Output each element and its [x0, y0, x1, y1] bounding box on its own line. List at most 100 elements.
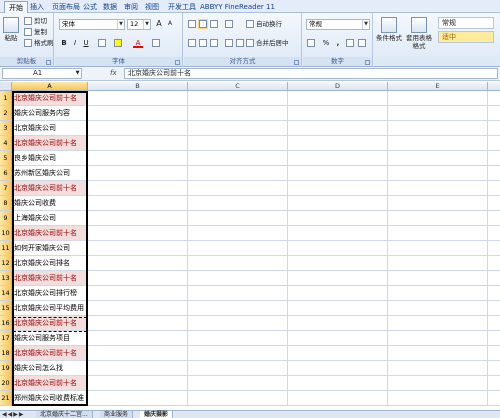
row-header[interactable]: 1: [0, 91, 12, 106]
tab-3[interactable]: 公式: [79, 1, 101, 13]
cell-c9[interactable]: [188, 211, 288, 226]
cell-f15[interactable]: [488, 301, 500, 316]
cell-b17[interactable]: [88, 331, 188, 346]
cell-d20[interactable]: [288, 376, 388, 391]
copy-button[interactable]: 复制: [24, 27, 47, 37]
cell-e14[interactable]: [388, 286, 488, 301]
cell-d9[interactable]: [288, 211, 388, 226]
cell-d5[interactable]: [288, 151, 388, 166]
cell-a11[interactable]: 如何开家婚庆公司: [12, 241, 88, 256]
cell-b3[interactable]: [88, 121, 188, 136]
cell-f18[interactable]: [488, 346, 500, 361]
accounting-button[interactable]: [306, 38, 316, 48]
cell-e17[interactable]: [388, 331, 488, 346]
cell-e7[interactable]: [388, 181, 488, 196]
cell-c17[interactable]: [188, 331, 288, 346]
cell-c20[interactable]: [188, 376, 288, 391]
sheet-tab-2[interactable]: 婚庆摄影: [140, 411, 174, 418]
bold-button[interactable]: B: [59, 38, 69, 48]
formula-input[interactable]: 北京婚庆公司前十名: [124, 68, 498, 79]
tab-5[interactable]: 审阅: [120, 1, 142, 13]
cell-a18[interactable]: 北京婚庆公司前十名: [12, 346, 88, 361]
row-header[interactable]: 5: [0, 151, 12, 166]
shrink-font-button[interactable]: A: [165, 19, 175, 29]
column-header-a[interactable]: A: [12, 82, 88, 91]
cell-c8[interactable]: [188, 196, 288, 211]
select-all-corner[interactable]: [0, 82, 12, 91]
cell-c6[interactable]: [188, 166, 288, 181]
cell-d14[interactable]: [288, 286, 388, 301]
format-as-table-button[interactable]: 套用表格格式: [404, 17, 434, 50]
row-header[interactable]: 8: [0, 196, 12, 211]
cell-b15[interactable]: [88, 301, 188, 316]
cell-a8[interactable]: 婚庆公司收费: [12, 196, 88, 211]
cell-a13[interactable]: 北京婚庆公司前十名: [12, 271, 88, 286]
cell-b8[interactable]: [88, 196, 188, 211]
cell-b5[interactable]: [88, 151, 188, 166]
cell-f11[interactable]: [488, 241, 500, 256]
cell-d12[interactable]: [288, 256, 388, 271]
cell-b16[interactable]: [88, 316, 188, 331]
cell-f12[interactable]: [488, 256, 500, 271]
cell-a6[interactable]: 苏州新区婚庆公司: [12, 166, 88, 181]
cell-a19[interactable]: 婚庆公司怎么找: [12, 361, 88, 376]
cell-e13[interactable]: [388, 271, 488, 286]
cell-b11[interactable]: [88, 241, 188, 256]
cell-f16[interactable]: [488, 316, 500, 331]
cell-a12[interactable]: 北京婚庆公司排名: [12, 256, 88, 271]
cell-f19[interactable]: [488, 361, 500, 376]
cell-a14[interactable]: 北京婚庆公司排行榜: [12, 286, 88, 301]
cell-e3[interactable]: [388, 121, 488, 136]
cell-d11[interactable]: [288, 241, 388, 256]
row-header[interactable]: 3: [0, 121, 12, 136]
cell-e5[interactable]: [388, 151, 488, 166]
row-header[interactable]: 4: [0, 136, 12, 151]
sheet-nav-arrows[interactable]: ◀◀▶▶: [2, 411, 24, 418]
format-painter-button[interactable]: 格式刷: [24, 38, 54, 48]
cell-b4[interactable]: [88, 136, 188, 151]
cell-e2[interactable]: [388, 106, 488, 121]
sheet-tab-0[interactable]: 北京婚庆十二宫...: [36, 411, 93, 418]
name-box[interactable]: A1 ▼: [2, 68, 82, 79]
cell-d1[interactable]: [288, 91, 388, 106]
orientation-button[interactable]: [224, 19, 234, 29]
cell-d4[interactable]: [288, 136, 388, 151]
wrap-text-button[interactable]: 自动换行: [246, 19, 282, 29]
cell-f13[interactable]: [488, 271, 500, 286]
align-center-button[interactable]: [198, 38, 208, 48]
row-header[interactable]: 19: [0, 361, 12, 376]
sheet-tab-1[interactable]: 商业服务: [100, 411, 134, 418]
number-launcher-icon[interactable]: [365, 60, 370, 65]
phonetic-button[interactable]: [151, 38, 161, 48]
column-header-c[interactable]: C: [188, 82, 288, 91]
column-header-f[interactable]: F: [488, 82, 500, 91]
cell-e19[interactable]: [388, 361, 488, 376]
column-header-e[interactable]: E: [388, 82, 488, 91]
cell-f14[interactable]: [488, 286, 500, 301]
row-header[interactable]: 12: [0, 256, 12, 271]
conditional-format-button[interactable]: 条件格式: [376, 17, 402, 42]
cell-a20[interactable]: 北京婚庆公司前十名: [12, 376, 88, 391]
row-header[interactable]: 2: [0, 106, 12, 121]
cell-d21[interactable]: [288, 391, 388, 406]
cell-a15[interactable]: 北京婚庆公司平均费用: [12, 301, 88, 316]
cell-f4[interactable]: [488, 136, 500, 151]
cell-c19[interactable]: [188, 361, 288, 376]
decrease-indent-button[interactable]: [224, 38, 234, 48]
cell-a1[interactable]: 北京婚庆公司前十名: [12, 91, 88, 106]
cell-c16[interactable]: [188, 316, 288, 331]
cut-button[interactable]: 剪切: [24, 16, 47, 26]
tab-4[interactable]: 数据: [99, 1, 121, 13]
cell-d7[interactable]: [288, 181, 388, 196]
row-header[interactable]: 16: [0, 316, 12, 331]
cell-d16[interactable]: [288, 316, 388, 331]
increase-indent-button[interactable]: [235, 38, 245, 48]
merge-center-button[interactable]: 合并后居中: [246, 38, 289, 48]
row-header[interactable]: 11: [0, 241, 12, 256]
cell-d2[interactable]: [288, 106, 388, 121]
align-right-button[interactable]: [209, 38, 219, 48]
cell-c14[interactable]: [188, 286, 288, 301]
comma-button[interactable]: ,: [333, 38, 343, 48]
cell-b13[interactable]: [88, 271, 188, 286]
font-size-select[interactable]: 12 ▼: [127, 19, 151, 30]
